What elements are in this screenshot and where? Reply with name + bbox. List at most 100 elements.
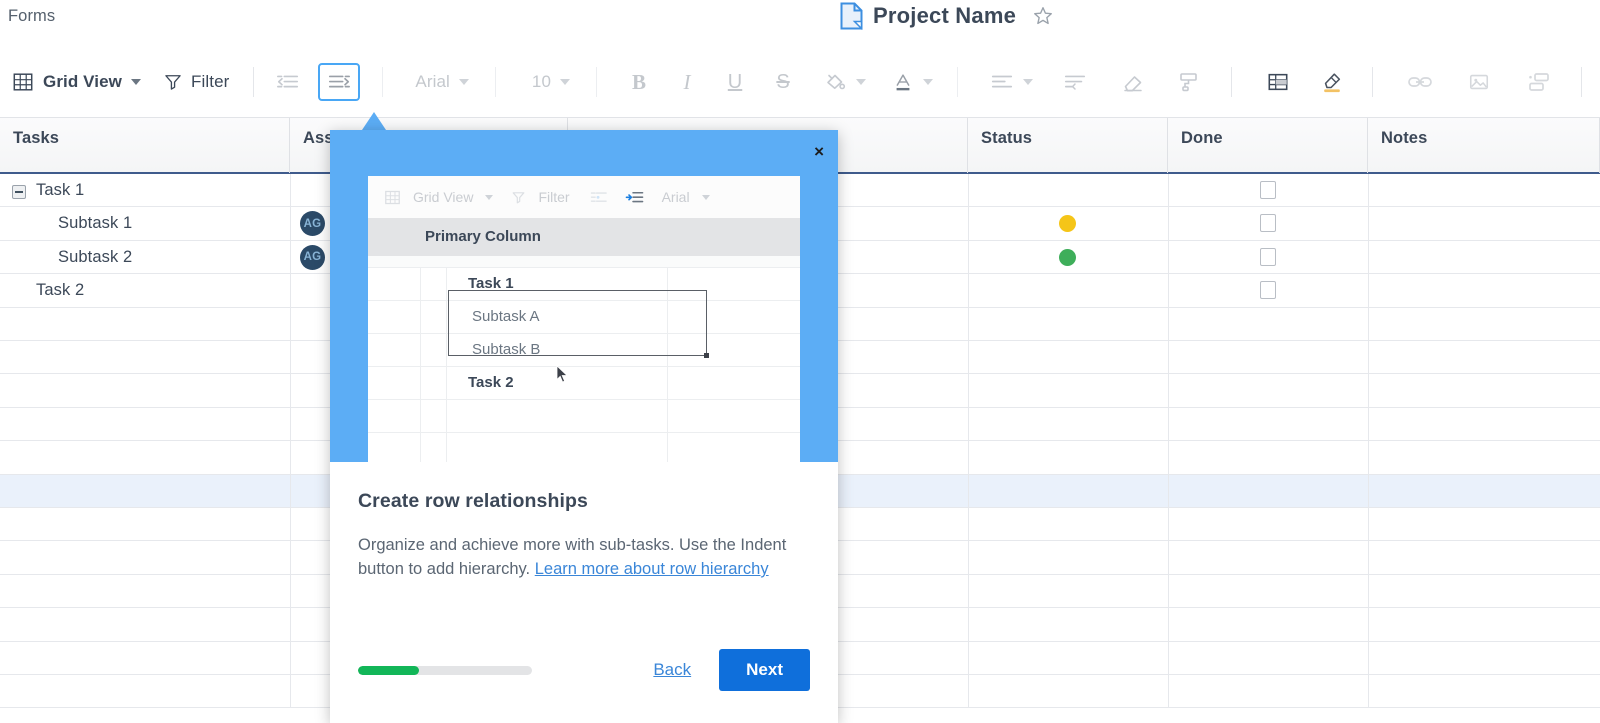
- forms-label[interactable]: Forms: [8, 7, 55, 26]
- grid-view-button[interactable]: Grid View: [12, 62, 142, 102]
- star-outline-icon[interactable]: [1032, 5, 1054, 27]
- divider: [957, 67, 959, 97]
- cell-divider: [290, 608, 291, 641]
- chevron-down-icon[interactable]: [1023, 79, 1034, 85]
- underline-button[interactable]: U: [721, 63, 749, 101]
- done-checkbox[interactable]: [1260, 247, 1276, 266]
- done-checkbox[interactable]: [1260, 214, 1276, 233]
- cell-divider: [290, 574, 291, 608]
- cell-divider: [290, 641, 291, 674]
- strikethrough-button[interactable]: S: [769, 63, 797, 101]
- cell-borders-button[interactable]: [1262, 63, 1294, 101]
- format-painter-button[interactable]: [1173, 63, 1205, 101]
- cell-divider: [968, 274, 969, 307]
- divider: [1231, 67, 1233, 97]
- cell-divider: [1368, 341, 1369, 374]
- column-header-done[interactable]: Done: [1168, 118, 1368, 173]
- status-badge[interactable]: [1059, 215, 1076, 233]
- cell-divider: [290, 407, 291, 441]
- cell-divider: [968, 675, 969, 708]
- cell-divider: [968, 441, 969, 474]
- cell-divider: [1168, 441, 1169, 474]
- cell-divider: [968, 174, 969, 207]
- strikethrough-label: S: [776, 70, 790, 93]
- cell-divider: [1368, 207, 1369, 240]
- cell-divider: [290, 207, 291, 240]
- italic-button[interactable]: I: [673, 63, 701, 101]
- modal-pointer-arrow: [362, 112, 386, 130]
- chevron-down-icon[interactable]: [131, 79, 142, 85]
- back-button[interactable]: Back: [641, 652, 703, 688]
- cell-divider: [968, 608, 969, 641]
- avatar[interactable]: AG: [300, 211, 325, 237]
- done-checkbox[interactable]: [1260, 181, 1276, 199]
- column-header-status[interactable]: Status: [968, 118, 1168, 173]
- chevron-down-icon[interactable]: [458, 79, 469, 85]
- cell-divider: [968, 407, 969, 441]
- document-icon: [840, 2, 863, 30]
- grid-table-icon: [12, 71, 34, 93]
- link-button[interactable]: [1403, 63, 1437, 101]
- font-size-select[interactable]: 10: [532, 62, 571, 102]
- indent-button[interactable]: [318, 63, 361, 101]
- cell-divider: [968, 574, 969, 608]
- cell-divider: [1368, 240, 1369, 274]
- cell-divider: [968, 541, 969, 574]
- bold-button[interactable]: B: [625, 63, 653, 101]
- progress-bar: [358, 665, 532, 675]
- underline-label: U: [727, 70, 743, 93]
- divider: [1581, 67, 1583, 97]
- mini-grid-view-label: Grid View: [413, 189, 474, 205]
- cell-divider: [290, 441, 291, 474]
- font-family-value: Arial: [415, 72, 450, 91]
- chevron-down-icon: [485, 194, 494, 200]
- cell-divider: [290, 675, 291, 708]
- cell-divider: [1368, 274, 1369, 307]
- align-left-icon: [990, 72, 1014, 92]
- learn-more-link[interactable]: Learn more about row hierarchy: [535, 560, 769, 578]
- next-button[interactable]: Next: [719, 649, 810, 691]
- text-color-button[interactable]: [888, 63, 937, 101]
- cell-divider: [1368, 441, 1369, 474]
- fill-color-button[interactable]: [819, 63, 870, 101]
- mouse-pointer-icon: [556, 365, 569, 383]
- mini-primary-column-header: Primary Column: [368, 218, 800, 256]
- mini-font-family: Arial: [661, 189, 690, 205]
- page-title: Project Name: [873, 3, 1017, 28]
- clear-format-button[interactable]: [1117, 63, 1149, 101]
- filter-funnel-icon: [511, 190, 526, 205]
- cell-divider: [290, 508, 291, 541]
- font-family-select[interactable]: Arial: [415, 62, 469, 102]
- wrap-text-button[interactable]: [1059, 63, 1091, 101]
- column-header-notes[interactable]: Notes: [1368, 118, 1600, 173]
- image-button[interactable]: [1463, 63, 1495, 101]
- modal-title: Create row relationships: [358, 490, 588, 512]
- cell-divider: [1368, 675, 1369, 708]
- chevron-down-icon[interactable]: [856, 79, 867, 85]
- card-layout-button[interactable]: [1521, 63, 1555, 101]
- done-checkbox[interactable]: [1260, 281, 1276, 300]
- status-badge[interactable]: [1059, 248, 1076, 266]
- chevron-down-icon[interactable]: [923, 79, 934, 85]
- highlighter-button[interactable]: [1316, 63, 1348, 101]
- cell-divider: [1168, 307, 1169, 340]
- row-label: Subtask 2: [58, 247, 133, 266]
- avatar[interactable]: AG: [300, 244, 325, 270]
- divider: [382, 67, 384, 97]
- chevron-down-icon[interactable]: [560, 79, 571, 85]
- indent-icon-active: [625, 190, 644, 205]
- cell-divider: [1168, 207, 1169, 240]
- indent-icon: [327, 72, 351, 92]
- filter-button[interactable]: Filter: [163, 62, 229, 102]
- cell-divider: [1168, 240, 1169, 274]
- row-label: Task 2: [36, 281, 85, 300]
- column-header-tasks[interactable]: Tasks: [0, 118, 290, 173]
- collapse-row-icon[interactable]: [12, 185, 26, 199]
- close-icon[interactable]: ×: [814, 143, 824, 160]
- cell-divider: [1368, 574, 1369, 608]
- format-painter-icon: [1177, 70, 1201, 94]
- align-button[interactable]: [986, 63, 1037, 101]
- wrap-text-icon: [1063, 72, 1087, 92]
- cell-divider: [1168, 407, 1169, 441]
- outdent-button[interactable]: [272, 63, 304, 101]
